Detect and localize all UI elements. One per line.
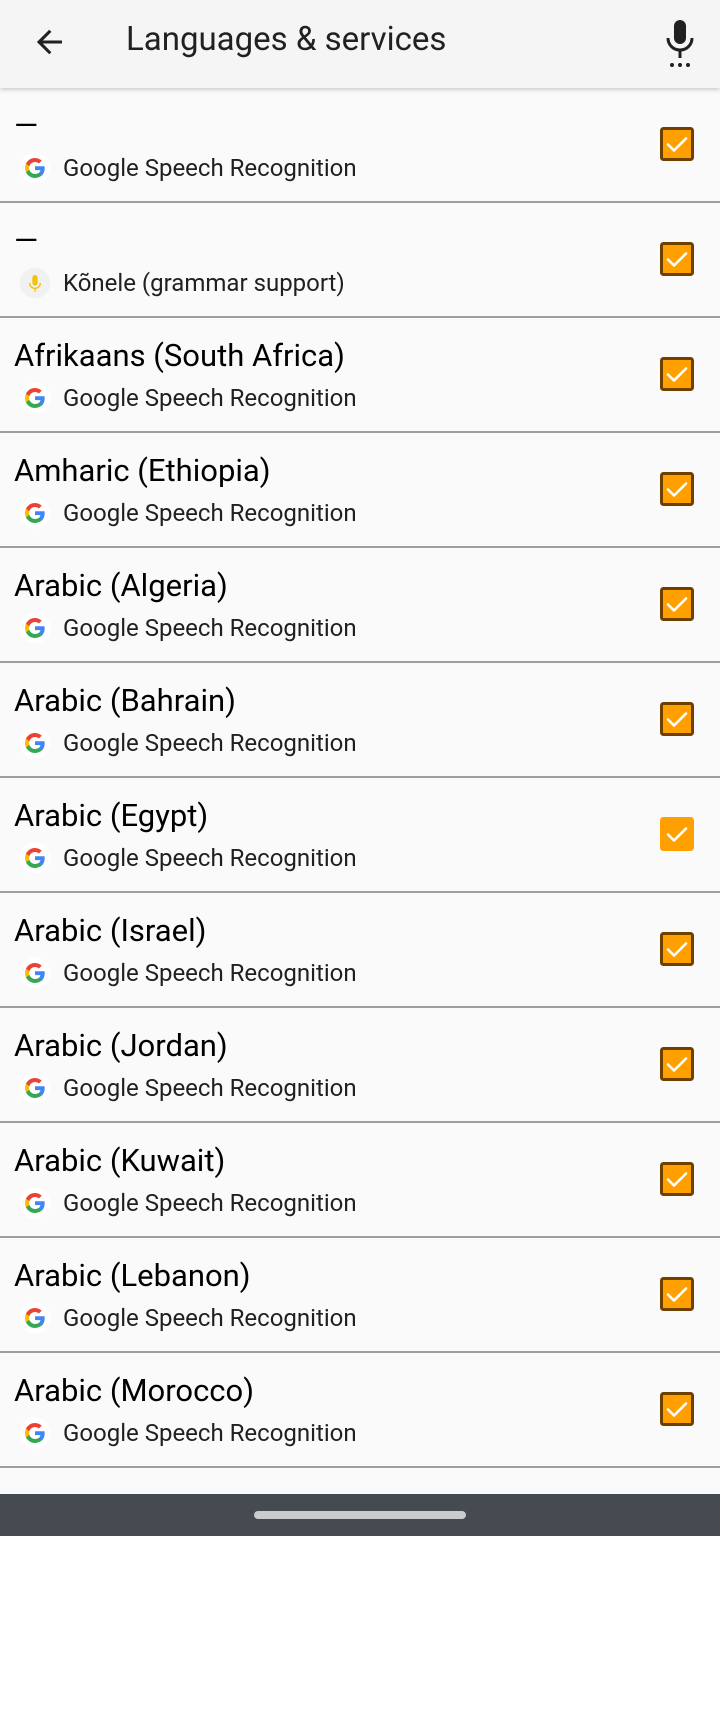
screen: Languages & services — Google Speech Reco… bbox=[0, 0, 720, 1536]
mic-icon[interactable] bbox=[652, 14, 708, 74]
google-g-icon bbox=[19, 382, 51, 414]
language-name: Amharic (Ethiopia) bbox=[14, 452, 271, 489]
language-row[interactable]: Arabic (Bahrain) Google Speech Recognitio… bbox=[0, 663, 720, 778]
language-row[interactable]: Arabic (Jordan) Google Speech Recognition bbox=[0, 1008, 720, 1123]
page-title: Languages & services bbox=[126, 20, 447, 59]
enabled-checkbox[interactable] bbox=[660, 1162, 694, 1196]
back-arrow-icon[interactable] bbox=[22, 14, 78, 70]
language-name: Arabic (Bahrain) bbox=[14, 682, 236, 719]
language-row[interactable]: Afrikaans (South Africa) Google Speech Re… bbox=[0, 318, 720, 433]
service-name: Google Speech Recognition bbox=[63, 729, 357, 757]
service-name: Google Speech Recognition bbox=[63, 384, 357, 412]
google-g-icon bbox=[19, 957, 51, 989]
service-name: Google Speech Recognition bbox=[63, 844, 357, 872]
language-row[interactable]: Amharic (Ethiopia) Google Speech Recognit… bbox=[0, 433, 720, 548]
service-name: Google Speech Recognition bbox=[63, 499, 357, 527]
google-g-icon bbox=[19, 1302, 51, 1334]
google-g-icon bbox=[19, 1187, 51, 1219]
language-name: Arabic (Jordan) bbox=[14, 1027, 228, 1064]
service-name: Google Speech Recognition bbox=[63, 1074, 357, 1102]
language-list: — Google Speech Recognition — Kõnele (gramm… bbox=[0, 88, 720, 1536]
google-g-icon bbox=[19, 612, 51, 644]
language-name: Arabic (Egypt) bbox=[14, 797, 209, 834]
enabled-checkbox[interactable] bbox=[660, 1277, 694, 1311]
google-g-icon bbox=[19, 727, 51, 759]
google-g-icon bbox=[19, 842, 51, 874]
enabled-checkbox[interactable] bbox=[660, 817, 694, 851]
language-row[interactable]: — Kõnele (grammar support) bbox=[0, 203, 720, 318]
home-gesture-handle[interactable] bbox=[254, 1511, 466, 1519]
language-name: Arabic (Algeria) bbox=[14, 567, 228, 604]
enabled-checkbox[interactable] bbox=[660, 932, 694, 966]
language-row[interactable]: Arabic (Morocco) Google Speech Recognitio… bbox=[0, 1353, 720, 1468]
navigation-bar bbox=[0, 1494, 720, 1536]
google-g-icon bbox=[19, 497, 51, 529]
service-name: Google Speech Recognition bbox=[63, 1189, 357, 1217]
language-row[interactable]: Arabic (Lebanon) Google Speech Recognitio… bbox=[0, 1238, 720, 1353]
language-name: — bbox=[14, 222, 39, 259]
service-name: Google Speech Recognition bbox=[63, 614, 357, 642]
enabled-checkbox[interactable] bbox=[660, 127, 694, 161]
enabled-checkbox[interactable] bbox=[660, 1047, 694, 1081]
language-name: Arabic (Morocco) bbox=[14, 1372, 255, 1409]
language-name: Arabic (Israel) bbox=[14, 912, 207, 949]
enabled-checkbox[interactable] bbox=[660, 1392, 694, 1426]
service-name: Google Speech Recognition bbox=[63, 959, 357, 987]
app-bar: Languages & services bbox=[0, 0, 720, 88]
service-name: Kõnele (grammar support) bbox=[63, 269, 345, 297]
service-name: Google Speech Recognition bbox=[63, 1419, 357, 1447]
enabled-checkbox[interactable] bbox=[660, 357, 694, 391]
language-row[interactable]: Arabic (Algeria) Google Speech Recognitio… bbox=[0, 548, 720, 663]
enabled-checkbox[interactable] bbox=[660, 587, 694, 621]
google-g-icon bbox=[19, 1072, 51, 1104]
language-row[interactable]: Arabic (Egypt) Google Speech Recognition bbox=[0, 778, 720, 893]
konele-mic-icon bbox=[19, 267, 51, 299]
service-name: Google Speech Recognition bbox=[63, 154, 357, 182]
language-name: — bbox=[14, 107, 39, 144]
enabled-checkbox[interactable] bbox=[660, 702, 694, 736]
google-g-icon bbox=[19, 152, 51, 184]
language-row[interactable]: Arabic (Kuwait) Google Speech Recognition bbox=[0, 1123, 720, 1238]
language-name: Arabic (Kuwait) bbox=[14, 1142, 226, 1179]
language-name: Afrikaans (South Africa) bbox=[14, 337, 345, 374]
enabled-checkbox[interactable] bbox=[660, 242, 694, 276]
language-name: Arabic (Lebanon) bbox=[14, 1257, 251, 1294]
language-row[interactable]: — Google Speech Recognition bbox=[0, 88, 720, 203]
service-name: Google Speech Recognition bbox=[63, 1304, 357, 1332]
language-row[interactable]: Arabic (Israel) Google Speech Recognition bbox=[0, 893, 720, 1008]
google-g-icon bbox=[19, 1417, 51, 1449]
enabled-checkbox[interactable] bbox=[660, 472, 694, 506]
